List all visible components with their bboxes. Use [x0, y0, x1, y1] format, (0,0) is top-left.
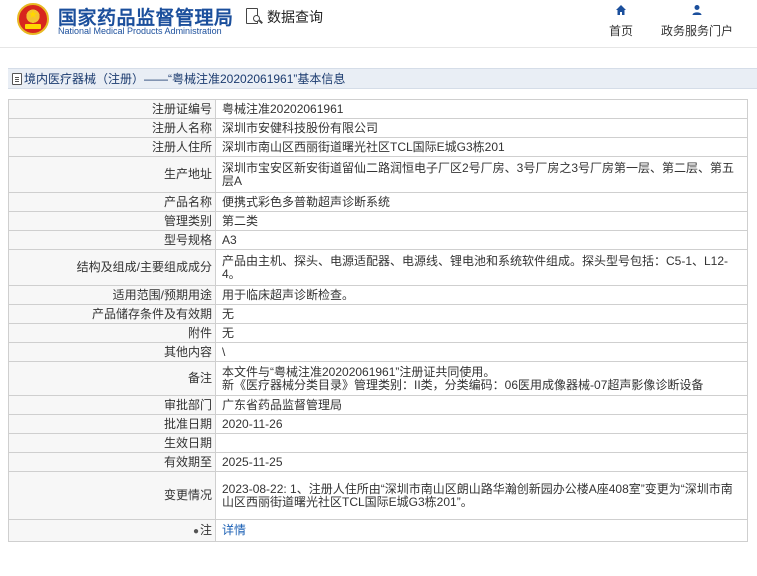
row-value: 深圳市宝安区新安街道留仙二路润恒电子厂区2号厂房、3号厂房之3号厂房第一层、第二… [215, 156, 748, 193]
document-search-icon [245, 7, 263, 27]
row-label: 其他内容 [8, 342, 216, 362]
remark-line-1: 本文件与“粤械注准20202061961”注册证共同使用。 [222, 364, 496, 379]
table-row: 审批部门 广东省药品监督管理局 [8, 395, 748, 415]
row-value: 无 [215, 304, 748, 324]
row-label: 注册人名称 [8, 118, 216, 138]
pin-icon: ● [192, 525, 199, 537]
table-row: 产品储存条件及有效期 无 [8, 304, 748, 324]
table-row: 产品名称 便携式彩色多普勒超声诊断系统 [8, 192, 748, 212]
row-label: 适用范围/预期用途 [8, 285, 216, 305]
note-label: 注 [199, 522, 212, 537]
row-value: 粤械注准20202061961 [215, 99, 748, 119]
row-label: 型号规格 [8, 230, 216, 250]
document-icon [12, 72, 22, 85]
row-value: A3 [215, 230, 748, 250]
table-row: 附件 无 [8, 323, 748, 343]
nav-home[interactable]: 首页 [604, 4, 638, 39]
row-value: 2020-11-26 [215, 414, 748, 434]
note-row-label: ●注 [8, 519, 216, 542]
row-value: 本文件与“粤械注准20202061961”注册证共同使用。 新《医疗器械分类目录… [215, 361, 748, 396]
row-value: 广东省药品监督管理局 [215, 395, 748, 415]
table-row: 型号规格 A3 [8, 230, 748, 250]
home-icon [604, 4, 638, 18]
table-row: ●注 详情 [8, 519, 748, 542]
row-label: 变更情况 [8, 471, 216, 520]
row-value: \ [215, 342, 748, 362]
details-link[interactable]: 详情 [222, 523, 246, 537]
table-row: 注册证编号 粤械注准20202061961 [8, 99, 748, 119]
table-row: 注册人名称 深圳市安健科技股份有限公司 [8, 118, 748, 138]
breadcrumb: 境内医疗器械（注册）——“粤械注准20202061961”基本信息 [8, 68, 757, 89]
table-row: 其他内容 \ [8, 342, 748, 362]
national-emblem-icon: ★ [17, 3, 49, 35]
row-value: 第二类 [215, 211, 748, 231]
site-header: ★ 国家药品监督管理局 National Medical Products Ad… [0, 0, 757, 48]
row-value: 产品由主机、探头、电源适配器、电源线、锂电池和系统软件组成。探头型号包括：C5-… [215, 249, 748, 286]
data-query-label: 数据查询 [267, 9, 323, 25]
table-row: 注册人住所 深圳市南山区西丽街道曙光社区TCL国际E城G3栋201 [8, 137, 748, 157]
table-row: 批准日期 2020-11-26 [8, 414, 748, 434]
row-label: 产品储存条件及有效期 [8, 304, 216, 324]
user-icon [657, 4, 737, 18]
row-value: 便携式彩色多普勒超声诊断系统 [215, 192, 748, 212]
row-label: 结构及组成/主要组成成分 [8, 249, 216, 286]
row-value: 深圳市安健科技股份有限公司 [215, 118, 748, 138]
nav-service-portal[interactable]: 政务服务门户 [657, 4, 737, 39]
note-row-value: 详情 [215, 519, 748, 542]
row-label: 注册证编号 [8, 99, 216, 119]
row-value: 2025-11-25 [215, 452, 748, 472]
row-label: 生产地址 [8, 156, 216, 193]
row-label: 备注 [8, 361, 216, 396]
table-row: 有效期至 2025-11-25 [8, 452, 748, 472]
table-row: 变更情况 2023-08-22: 1、注册人住所由“深圳市南山区朗山路华瀚创新园… [8, 471, 748, 520]
table-row: 生产地址 深圳市宝安区新安街道留仙二路润恒电子厂区2号厂房、3号厂房之3号厂房第… [8, 156, 748, 193]
brand-title-en: National Medical Products Administration [58, 26, 222, 36]
table-row: 备注 本文件与“粤械注准20202061961”注册证共同使用。 新《医疗器械分… [8, 361, 748, 396]
table-row: 生效日期 [8, 433, 748, 453]
data-query-link[interactable]: 数据查询 [245, 7, 323, 27]
row-label: 注册人住所 [8, 137, 216, 157]
row-value: 深圳市南山区西丽街道曙光社区TCL国际E城G3栋201 [215, 137, 748, 157]
row-value: 无 [215, 323, 748, 343]
table-row: 管理类别 第二类 [8, 211, 748, 231]
row-label: 附件 [8, 323, 216, 343]
row-value: 用于临床超声诊断检查。 [215, 285, 748, 305]
row-label: 审批部门 [8, 395, 216, 415]
row-label: 管理类别 [8, 211, 216, 231]
nav-home-label: 首页 [608, 24, 633, 38]
table-row: 结构及组成/主要组成成分 产品由主机、探头、电源适配器、电源线、锂电池和系统软件… [8, 249, 748, 286]
row-value [215, 433, 748, 453]
nav-service-portal-label: 政务服务门户 [660, 24, 733, 38]
registration-detail-table: 注册证编号 粤械注准20202061961 注册人名称 深圳市安健科技股份有限公… [8, 99, 748, 542]
table-row: 适用范围/预期用途 用于临床超声诊断检查。 [8, 285, 748, 305]
breadcrumb-text: 境内医疗器械（注册）——“粤械注准20202061961”基本信息 [24, 72, 346, 86]
row-label: 产品名称 [8, 192, 216, 212]
remark-line-2: 新《医疗器械分类目录》管理类别：II类，分类编码：06医用成像器械-07超声影像… [222, 377, 704, 392]
row-value: 2023-08-22: 1、注册人住所由“深圳市南山区朗山路华瀚创新园办公楼A座… [215, 471, 748, 520]
row-label: 批准日期 [8, 414, 216, 434]
row-label: 生效日期 [8, 433, 216, 453]
row-label: 有效期至 [8, 452, 216, 472]
